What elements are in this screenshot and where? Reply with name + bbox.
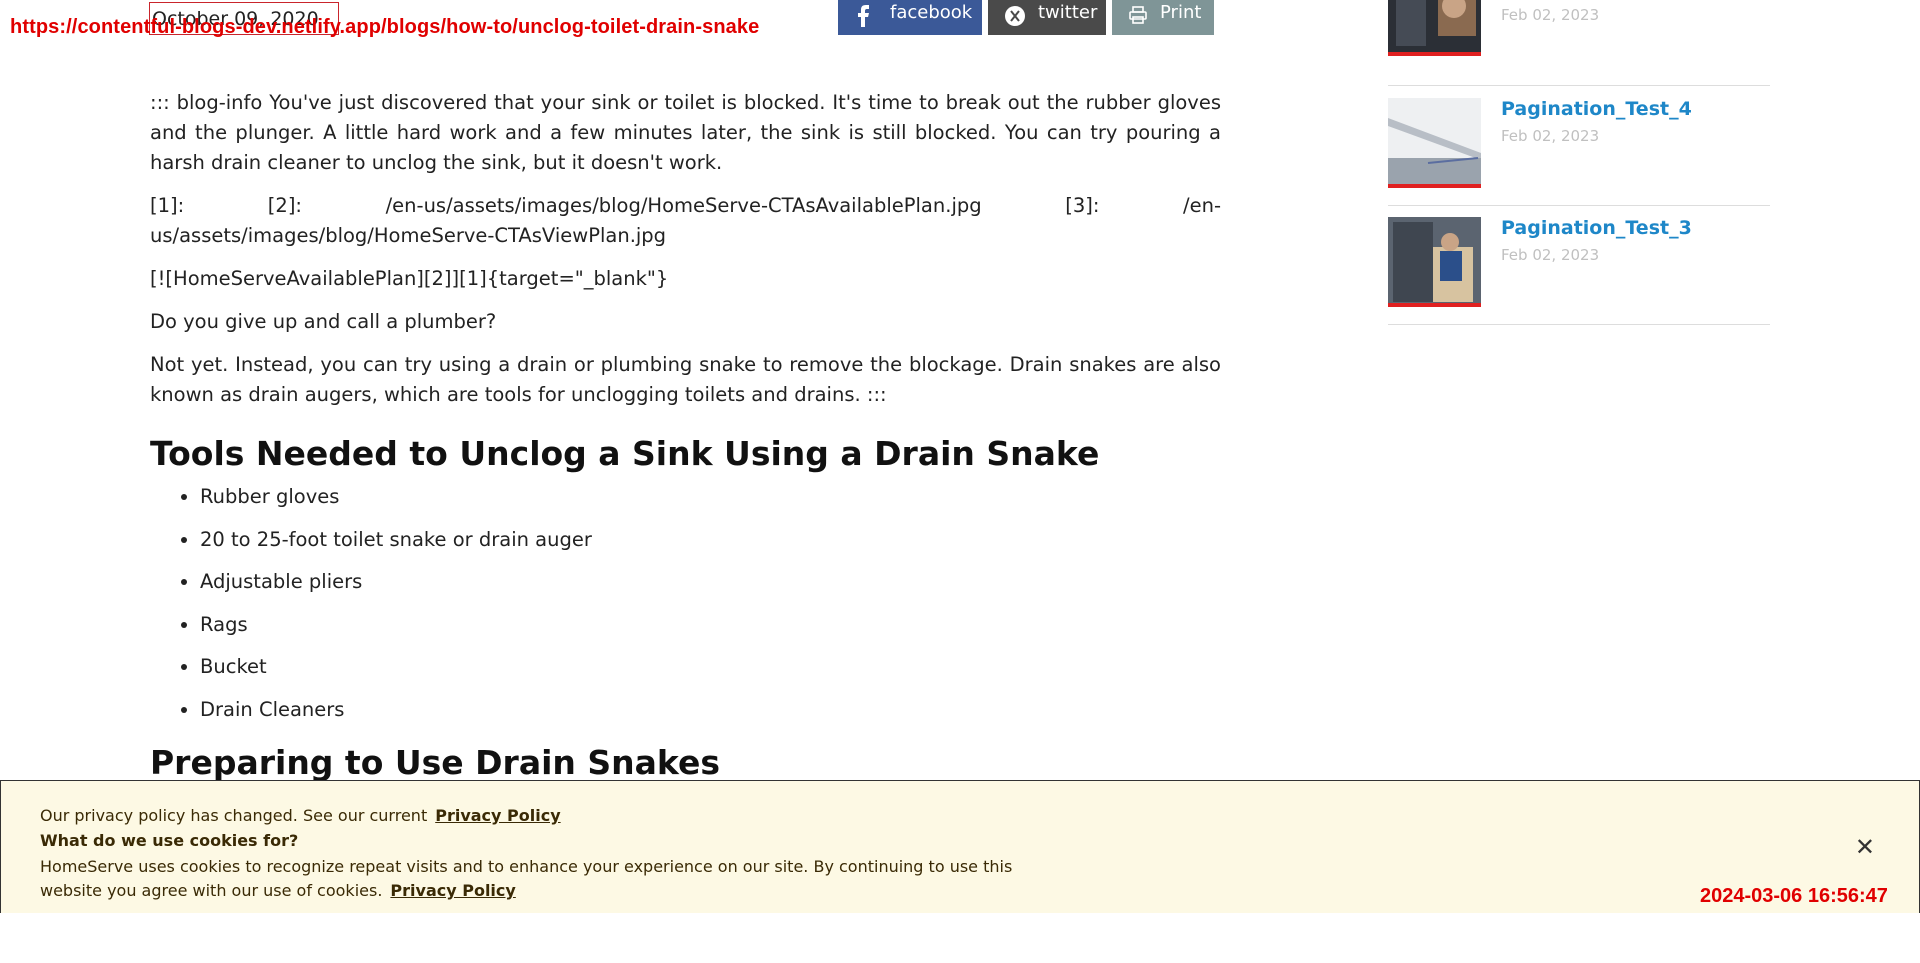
post-title[interactable]: Pagination_Test_4 <box>1501 98 1692 120</box>
related-post-item[interactable]: Pagination_Test_3 Feb 02, 2023 <box>1388 205 1770 325</box>
privacy-policy-link-2[interactable]: Privacy Policy <box>390 881 515 900</box>
cookie-question: What do we use cookies for? <box>40 831 299 850</box>
cookie-banner: Our privacy policy has changed. See our … <box>0 780 1920 913</box>
list-item: Rags <box>200 610 1221 640</box>
article-body: ::: blog-info You've just discovered tha… <box>150 88 1221 783</box>
list-item: Rubber gloves <box>200 482 1221 512</box>
privacy-notice-text: Our privacy policy has changed. See our … <box>40 806 428 825</box>
reference-paragraph: [1]: [2]: /en-us/assets/images/blog/Home… <box>150 194 1221 247</box>
facebook-icon <box>858 5 869 27</box>
list-item: 20 to 25-foot toilet snake or drain auge… <box>200 525 1221 555</box>
close-icon[interactable]: ✕ <box>1855 833 1875 861</box>
facebook-label: facebook <box>890 2 973 23</box>
timestamp-overlay: 2024-03-06 16:56:47 <box>1700 885 1888 907</box>
post-date: Feb 02, 2023 <box>1501 6 1600 24</box>
list-item: Bucket <box>200 652 1221 682</box>
facebook-share-button[interactable]: facebook <box>838 0 982 35</box>
post-date: Feb 02, 2023 <box>1501 127 1600 145</box>
list-item: Drain Cleaners <box>200 695 1221 725</box>
image-link-paragraph: [![HomeServeAvailablePlan][2]][1]{target… <box>150 267 669 290</box>
printer-icon <box>1129 6 1147 24</box>
tools-heading: Tools Needed to Unclog a Sink Using a Dr… <box>150 434 1100 473</box>
preparing-heading: Preparing to Use Drain Snakes <box>150 742 721 782</box>
cookie-body-text: HomeServe uses cookies to recognize repe… <box>40 857 1013 900</box>
related-post-item[interactable]: Feb 02, 2023 <box>1388 0 1770 86</box>
cookie-body: HomeServe uses cookies to recognize repe… <box>40 855 1030 903</box>
tools-list: Rubber gloves 20 to 25-foot toilet snake… <box>150 482 1221 725</box>
x-logo-icon <box>1005 6 1025 26</box>
privacy-policy-link[interactable]: Privacy Policy <box>435 806 560 825</box>
print-label: Print <box>1160 2 1202 23</box>
privacy-notice: Our privacy policy has changed. See our … <box>40 806 561 825</box>
page-url-overlay: https://contentful-blogs-dev.netlify.app… <box>10 16 760 38</box>
print-button[interactable]: Print <box>1112 0 1214 35</box>
question-paragraph: Do you give up and call a plumber? <box>150 310 497 333</box>
post-title[interactable]: Pagination_Test_3 <box>1501 217 1692 239</box>
twitter-share-button[interactable]: twitter <box>988 0 1106 35</box>
post-thumbnail[interactable] <box>1388 98 1481 188</box>
post-thumbnail[interactable] <box>1388 217 1481 307</box>
post-thumbnail[interactable] <box>1388 0 1481 56</box>
related-post-item[interactable]: Pagination_Test_4 Feb 02, 2023 <box>1388 86 1770 206</box>
list-item: Adjustable pliers <box>200 567 1221 597</box>
post-date: Feb 02, 2023 <box>1501 246 1600 264</box>
snake-paragraph: Not yet. Instead, you can try using a dr… <box>150 353 1221 406</box>
twitter-label: twitter <box>1038 2 1098 23</box>
intro-paragraph: ::: blog-info You've just discovered tha… <box>150 91 1221 174</box>
